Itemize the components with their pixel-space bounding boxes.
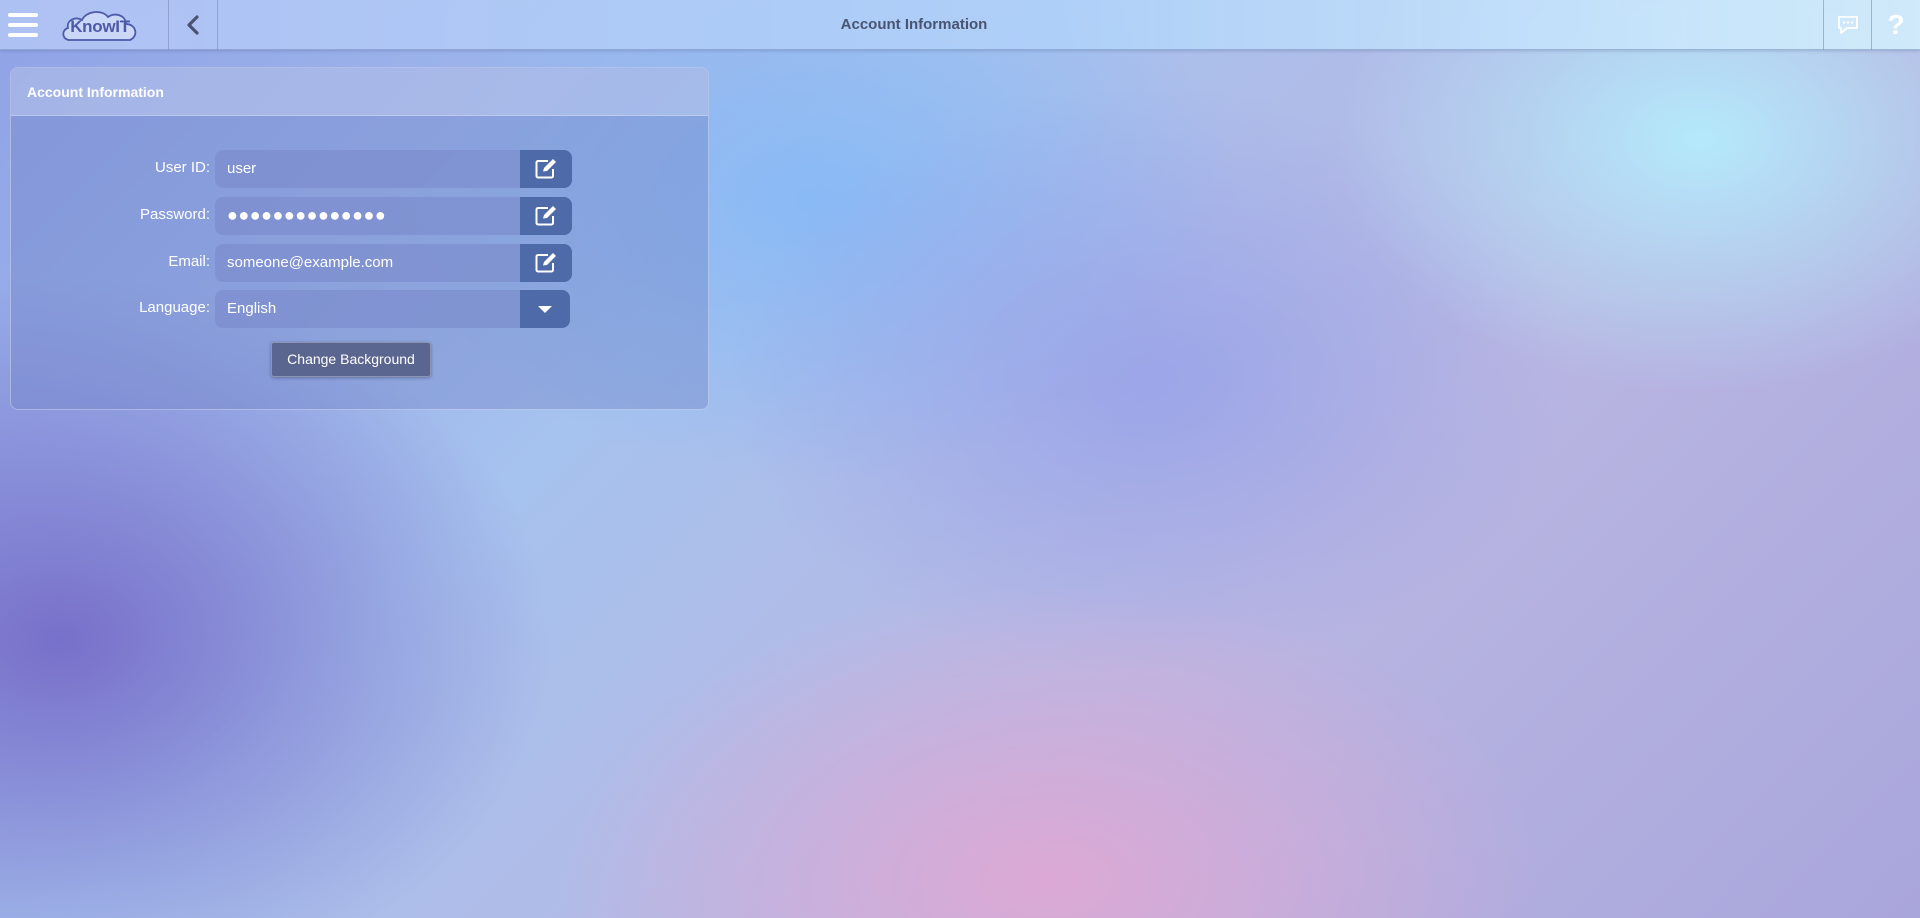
edit-user-id-button[interactable] bbox=[520, 150, 572, 188]
language-label: Language: bbox=[139, 299, 210, 316]
language-select[interactable]: English bbox=[215, 290, 522, 328]
edit-email-button[interactable] bbox=[520, 244, 572, 282]
panel-header: Account Information bbox=[11, 68, 708, 116]
chat-button[interactable] bbox=[1824, 0, 1872, 50]
user-id-label: User ID: bbox=[154, 159, 210, 176]
email-field[interactable]: someone@example.com bbox=[215, 244, 522, 282]
password-field[interactable]: ●●●●●●●●●●●●●● bbox=[215, 197, 522, 235]
user-id-field[interactable]: user bbox=[215, 150, 522, 188]
page-title: Account Information bbox=[840, 16, 988, 33]
edit-icon bbox=[535, 253, 556, 273]
question-mark-icon: ? bbox=[1887, 9, 1905, 40]
help-button[interactable]: ? bbox=[1872, 0, 1920, 50]
top-bar: KnowIT Account Information ? bbox=[0, 0, 1920, 50]
language-row: Language: English bbox=[11, 290, 708, 328]
edit-password-button[interactable] bbox=[520, 197, 572, 235]
caret-down-icon bbox=[538, 306, 552, 313]
password-row: Password: ●●●●●●●●●●●●●● bbox=[11, 197, 708, 235]
panel-title: Account Information bbox=[27, 84, 164, 100]
change-background-button[interactable]: Change Background bbox=[271, 342, 431, 377]
menu-icon-line bbox=[8, 33, 38, 37]
email-row: Email: someone@example.com bbox=[11, 244, 708, 282]
password-label: Password: bbox=[139, 206, 210, 223]
language-dropdown-button[interactable] bbox=[520, 290, 570, 328]
account-information-panel: Account Information User ID: user Passwo… bbox=[10, 67, 709, 410]
edit-icon bbox=[535, 206, 556, 226]
edit-icon bbox=[535, 159, 556, 179]
chat-bubble-icon bbox=[1838, 16, 1858, 34]
email-label: Email: bbox=[168, 253, 210, 270]
user-id-row: User ID: user bbox=[11, 150, 708, 188]
